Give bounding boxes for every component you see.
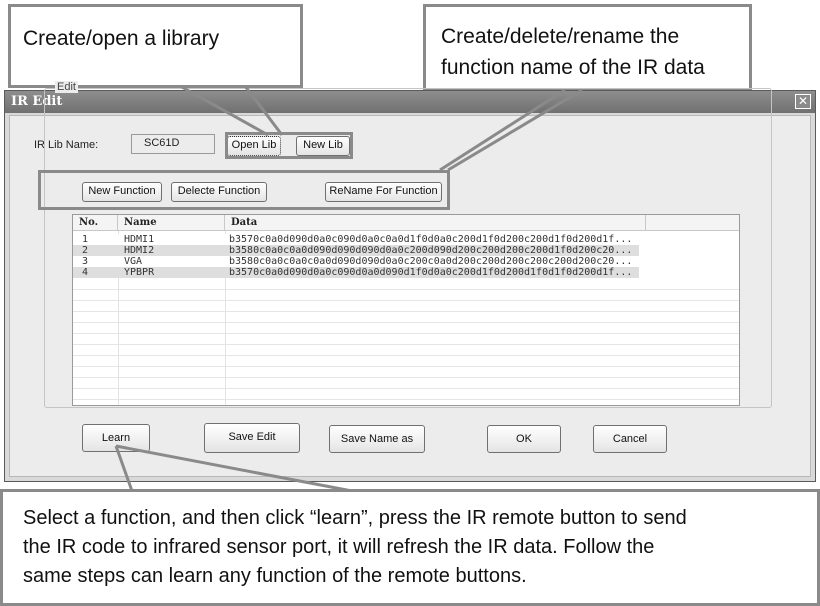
row-name: HDMI2 — [124, 245, 155, 256]
callout-text: Create/open a library — [23, 27, 220, 50]
row-name: VGA — [124, 256, 143, 267]
grid-line — [73, 388, 739, 389]
grid-line — [73, 300, 739, 301]
highlight-edit-buttons — [38, 170, 450, 210]
edit-group-label: Edit — [55, 81, 78, 93]
column-header-no[interactable]: No. — [73, 215, 118, 231]
ok-label: OK — [516, 433, 532, 445]
row-data: b3580c0a0c0a0d090d090d090d0a0c200d090d20… — [229, 245, 633, 256]
close-icon: ✕ — [797, 94, 809, 108]
row-no: 4 — [82, 267, 89, 278]
column-header-name[interactable]: Name — [118, 215, 225, 231]
callout-create-open-library: Create/open a library — [8, 4, 303, 88]
save-edit-label: Save Edit — [228, 431, 276, 443]
table-row[interactable]: 2 HDMI2 b3580c0a0c0a0d090d090d090d0a0c20… — [73, 245, 639, 256]
column-header-no-label: No. — [79, 217, 99, 228]
callout-text-line2: function name of the IR data — [441, 56, 705, 79]
highlight-lib-buttons — [225, 132, 353, 159]
column-header-name-label: Name — [124, 217, 157, 228]
callout-text-line3: same steps can learn any function of the… — [23, 565, 527, 587]
grid-line — [73, 289, 739, 290]
row-no: 2 — [82, 245, 89, 256]
learn-label: Learn — [101, 432, 131, 444]
callout-text-line1: Create/delete/rename the — [441, 25, 680, 48]
row-data: b3570c0a0d090d0a0c090d0a0c0a0d1f0d0a0c20… — [229, 234, 633, 245]
function-list[interactable]: No. Name Data 1 HDMI1 b3570c0a0d090d0a0c… — [72, 214, 740, 406]
grid-line — [73, 366, 739, 367]
grid-line — [73, 311, 739, 312]
callout-function-name: Create/delete/rename the function name o… — [423, 4, 752, 92]
row-data: b3580c0a0c0a0c0a0d090d090d0a0c200c0a0d20… — [229, 256, 633, 267]
row-no: 1 — [82, 234, 89, 245]
save-edit-button[interactable]: Save Edit — [204, 423, 300, 453]
row-name: YPBPR — [124, 267, 155, 278]
column-header-spacer — [646, 215, 739, 231]
grid-line — [73, 399, 739, 400]
row-no: 3 — [82, 256, 89, 267]
grid-line — [73, 322, 739, 323]
callout-learn-instructions: Select a function, and then click “learn… — [0, 489, 820, 606]
save-name-as-button[interactable]: Save Name as — [329, 425, 425, 453]
cancel-label: Cancel — [612, 433, 648, 445]
column-header-data-label: Data — [231, 217, 258, 228]
column-header-data[interactable]: Data — [225, 215, 646, 231]
table-row[interactable]: 3 VGA b3580c0a0c0a0c0a0d090d090d0a0c200c… — [73, 256, 639, 267]
grid-line — [73, 377, 739, 378]
row-name: HDMI1 — [124, 234, 155, 245]
table-row[interactable]: 1 HDMI1 b3570c0a0d090d0a0c090d0a0c0a0d1f… — [73, 234, 639, 245]
row-data: b3570c0a0d090d0a0c090d0a0d090d1f0d0a0c20… — [229, 267, 633, 278]
grid-line — [73, 344, 739, 345]
table-row[interactable]: 4 YPBPR b3570c0a0d090d0a0c090d0a0d090d1f… — [73, 267, 639, 278]
save-name-as-label: Save Name as — [340, 433, 414, 445]
ok-button[interactable]: OK — [487, 425, 561, 453]
grid-line — [73, 333, 739, 334]
grid-line — [73, 355, 739, 356]
close-button[interactable]: ✕ — [795, 94, 811, 109]
learn-button[interactable]: Learn — [82, 424, 150, 452]
callout-text-line2: the IR code to infrared sensor port, it … — [23, 536, 655, 558]
callout-text-line1: Select a function, and then click “learn… — [23, 507, 687, 529]
cancel-button[interactable]: Cancel — [593, 425, 667, 453]
